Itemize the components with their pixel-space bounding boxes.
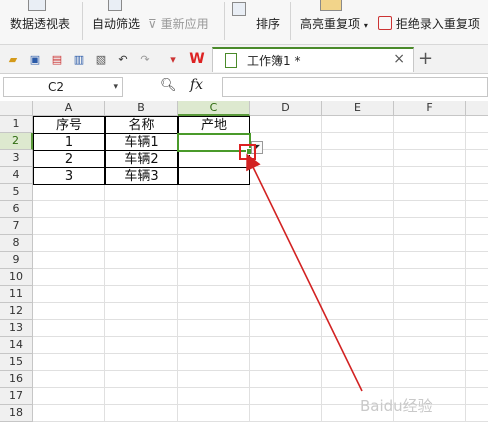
sort-button[interactable]: 排序 bbox=[256, 16, 280, 32]
formula-bar: C2 ▾ 🔍︎ fx bbox=[0, 74, 488, 102]
watermark: Baidu经验 bbox=[360, 397, 433, 415]
auto-filter-button[interactable]: 自动筛选 bbox=[92, 16, 140, 32]
print-icon[interactable]: ▥ bbox=[72, 52, 86, 66]
ribbon-divider bbox=[224, 2, 225, 40]
export-pdf-icon[interactable]: ▤ bbox=[50, 52, 64, 66]
open-folder-icon[interactable]: ▰ bbox=[6, 52, 20, 66]
ribbon: 数据透视表 自动筛选 ⊽ 重新应用 排序 高亮重复项 ▾ 拒绝录入重复项 bbox=[0, 0, 488, 45]
undo-icon[interactable]: ↶ bbox=[116, 52, 130, 66]
sort-icon bbox=[232, 2, 246, 16]
quick-access-toolbar: ▰ ▣ ▤ ▥ ▧ ↶ ↷ ▾ W 工作簿1 * × + bbox=[0, 45, 488, 74]
wps-logo-icon: W bbox=[189, 51, 205, 67]
formula-input[interactable] bbox=[222, 77, 488, 97]
name-box[interactable]: C2 ▾ bbox=[3, 77, 123, 97]
reject-duplicates-button[interactable]: 拒绝录入重复项 bbox=[378, 16, 480, 32]
reapply-button[interactable]: ⊽ 重新应用 bbox=[148, 16, 209, 32]
filter-icon bbox=[108, 0, 122, 11]
pivot-table-button[interactable]: 数据透视表 bbox=[10, 16, 70, 32]
pivot-table-icon bbox=[28, 0, 46, 11]
customize-icon[interactable]: ▾ bbox=[166, 52, 180, 66]
highlight-duplicates-button[interactable]: 高亮重复项 ▾ bbox=[300, 16, 368, 32]
spreadsheet-grid[interactable]: A B C D E F 1 2 3 4 5 6 7 8 9 10 11 12 13 14 15 16 17 18 … bbox=[0, 101, 488, 446]
reapply-label: 重新应用 bbox=[160, 17, 209, 31]
ribbon-divider bbox=[290, 2, 291, 40]
reject-icon bbox=[378, 16, 392, 30]
document-icon bbox=[225, 53, 237, 68]
chevron-down-icon[interactable]: ▾ bbox=[113, 78, 118, 96]
save-icon[interactable]: ▣ bbox=[28, 52, 42, 66]
caret-down-icon: ▾ bbox=[363, 21, 368, 30]
print-preview-icon[interactable]: ▧ bbox=[94, 52, 108, 66]
ribbon-divider bbox=[82, 2, 83, 40]
highlight-duplicates-icon bbox=[320, 0, 342, 11]
close-icon[interactable]: × bbox=[393, 51, 405, 67]
reject-duplicates-label: 拒绝录入重复项 bbox=[395, 17, 480, 31]
tab-workbook1[interactable]: 工作簿1 * × bbox=[212, 47, 414, 72]
function-icon[interactable]: fx bbox=[190, 77, 203, 93]
redo-icon[interactable]: ↷ bbox=[138, 52, 152, 66]
funnel-icon: ⊽ bbox=[148, 17, 157, 31]
highlight-duplicates-label: 高亮重复项 bbox=[300, 17, 361, 31]
tab-label: 工作簿1 * bbox=[247, 54, 301, 68]
zoom-icon[interactable]: 🔍︎ bbox=[160, 78, 177, 93]
cell-reference: C2 bbox=[48, 80, 65, 94]
new-tab-button[interactable]: + bbox=[418, 48, 433, 69]
